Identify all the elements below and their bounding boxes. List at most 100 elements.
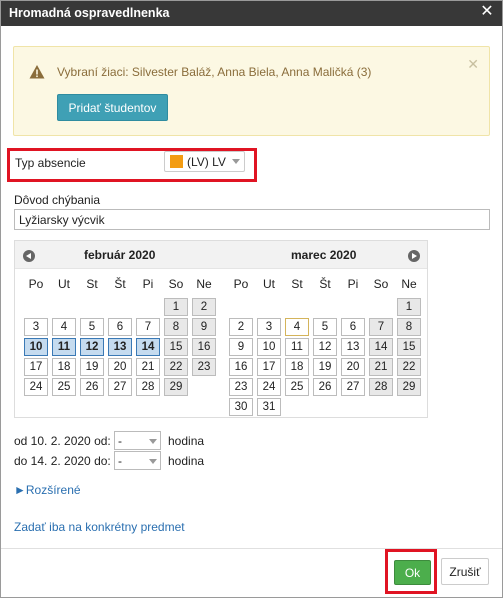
ok-button[interactable]: Ok [394, 560, 431, 585]
calendar-day[interactable]: 18 [285, 358, 309, 376]
close-icon[interactable]: ✕ [478, 3, 496, 21]
calendar-day[interactable]: 27 [108, 378, 132, 396]
calendar-day[interactable]: 11 [52, 338, 76, 356]
calendar-day[interactable]: 25 [52, 378, 76, 396]
calendar-day[interactable]: 18 [52, 358, 76, 376]
calendar-day[interactable]: 24 [257, 378, 281, 396]
calendar-day[interactable]: 3 [257, 318, 281, 336]
chevron-down-icon [149, 459, 157, 464]
calendar-day[interactable]: 29 [164, 378, 188, 396]
calendar-day[interactable]: 28 [369, 378, 393, 396]
prev-month-icon[interactable] [23, 250, 35, 262]
dialog-titlebar: Hromadná ospravedlnenka ✕ [1, 1, 502, 26]
absence-type-row: Typ absencie (LV) LV [14, 151, 256, 182]
calendar-header: február 2020 marec 2020 [15, 241, 427, 269]
calendar-day[interactable]: 20 [108, 358, 132, 376]
cancel-button[interactable]: Zrušiť [441, 558, 489, 585]
dialog-title: Hromadná ospravedlnenka [9, 6, 170, 20]
calendar-day[interactable]: 26 [313, 378, 337, 396]
calendar-day[interactable]: 22 [397, 358, 421, 376]
add-students-button[interactable]: Pridať študentov [57, 94, 168, 121]
weekday-header: St [86, 277, 98, 291]
from-unit: hodina [168, 434, 205, 448]
absence-type-label: Typ absencie [15, 156, 86, 170]
weekday-header: St [291, 277, 303, 291]
calendar-day[interactable]: 5 [80, 318, 104, 336]
calendar-day[interactable]: 14 [136, 338, 160, 356]
warning-icon [29, 65, 45, 79]
calendar-day[interactable]: 27 [341, 378, 365, 396]
chevron-down-icon [232, 159, 240, 164]
calendar-day[interactable]: 2 [229, 318, 253, 336]
calendar-day[interactable]: 3 [24, 318, 48, 336]
weekday-header: So [168, 277, 184, 291]
calendar-day[interactable]: 16 [192, 338, 216, 356]
calendar-day[interactable]: 4 [285, 318, 309, 336]
alert-message: Vybraní žiaci: Silvester Baláž, Anna Bie… [57, 65, 372, 79]
calendar-day[interactable]: 8 [164, 318, 188, 336]
calendar-day[interactable]: 31 [257, 398, 281, 416]
calendar-day[interactable]: 13 [341, 338, 365, 356]
to-unit: hodina [168, 454, 205, 468]
to-hour-value: - [118, 454, 122, 468]
calendar-day[interactable]: 16 [229, 358, 253, 376]
calendar-day[interactable]: 6 [108, 318, 132, 336]
calendar-day[interactable]: 17 [257, 358, 281, 376]
dialog: Hromadná ospravedlnenka ✕ Vybraní žiaci:… [0, 0, 503, 598]
from-hour-select[interactable]: - [114, 431, 161, 450]
calendar-day[interactable]: 12 [313, 338, 337, 356]
month-title-march: marec 2020 [291, 248, 357, 262]
to-hour-select[interactable]: - [114, 451, 161, 470]
calendar-day[interactable]: 10 [257, 338, 281, 356]
calendar-day[interactable]: 13 [108, 338, 132, 356]
calendar-day[interactable]: 24 [24, 378, 48, 396]
calendar-day[interactable]: 22 [164, 358, 188, 376]
weekday-header: Pi [142, 277, 154, 291]
chevron-down-icon [149, 439, 157, 444]
calendar-day[interactable]: 10 [24, 338, 48, 356]
calendar-day[interactable]: 14 [369, 338, 393, 356]
weekday-header: Po [28, 277, 44, 291]
calendar-day[interactable]: 8 [397, 318, 421, 336]
calendar-day[interactable]: 1 [397, 298, 421, 316]
calendar-day[interactable]: 20 [341, 358, 365, 376]
calendar-day[interactable]: 25 [285, 378, 309, 396]
calendar-day[interactable]: 7 [136, 318, 160, 336]
calendar-day[interactable]: 9 [229, 338, 253, 356]
calendar-day[interactable]: 21 [136, 358, 160, 376]
calendar-day[interactable]: 30 [229, 398, 253, 416]
calendar-day[interactable]: 1 [164, 298, 188, 316]
alert-close-icon[interactable]: ✕ [467, 56, 479, 73]
calendar-day[interactable]: 19 [313, 358, 337, 376]
absence-color-swatch [170, 155, 183, 168]
calendar-day[interactable]: 28 [136, 378, 160, 396]
weekday-header: Ut [58, 277, 70, 291]
reason-input[interactable] [14, 209, 490, 230]
weekday-header: Ne [401, 277, 417, 291]
specific-subject-link[interactable]: Zadať iba na konkrétny predmet [14, 520, 185, 534]
calendar-day[interactable]: 2 [192, 298, 216, 316]
calendar-day[interactable]: 5 [313, 318, 337, 336]
calendar-day[interactable]: 26 [80, 378, 104, 396]
calendar-day[interactable]: 19 [80, 358, 104, 376]
calendar-day[interactable]: 7 [369, 318, 393, 336]
date-range-calendar: február 2020 marec 2020 Po Ut St Št Pi So Ne 1 2… [14, 240, 428, 418]
calendar-day[interactable]: 12 [80, 338, 104, 356]
calendar-day[interactable]: 29 [397, 378, 421, 396]
next-month-icon[interactable] [408, 250, 420, 262]
advanced-link[interactable]: ►Rozšírené [14, 483, 81, 497]
calendar-day[interactable]: 15 [397, 338, 421, 356]
calendar-day[interactable]: 9 [192, 318, 216, 336]
calendar-day[interactable]: 6 [341, 318, 365, 336]
calendar-day[interactable]: 17 [24, 358, 48, 376]
calendar-day[interactable]: 15 [164, 338, 188, 356]
calendar-day[interactable]: 23 [229, 378, 253, 396]
calendar-day[interactable]: 21 [369, 358, 393, 376]
calendar-day[interactable]: 4 [52, 318, 76, 336]
weekday-header: So [373, 277, 389, 291]
calendar-day[interactable]: 11 [285, 338, 309, 356]
weekday-header: Št [319, 277, 331, 291]
absence-type-select[interactable]: (LV) LV [164, 151, 245, 172]
calendar-day[interactable]: 23 [192, 358, 216, 376]
weekday-header: Ne [196, 277, 212, 291]
